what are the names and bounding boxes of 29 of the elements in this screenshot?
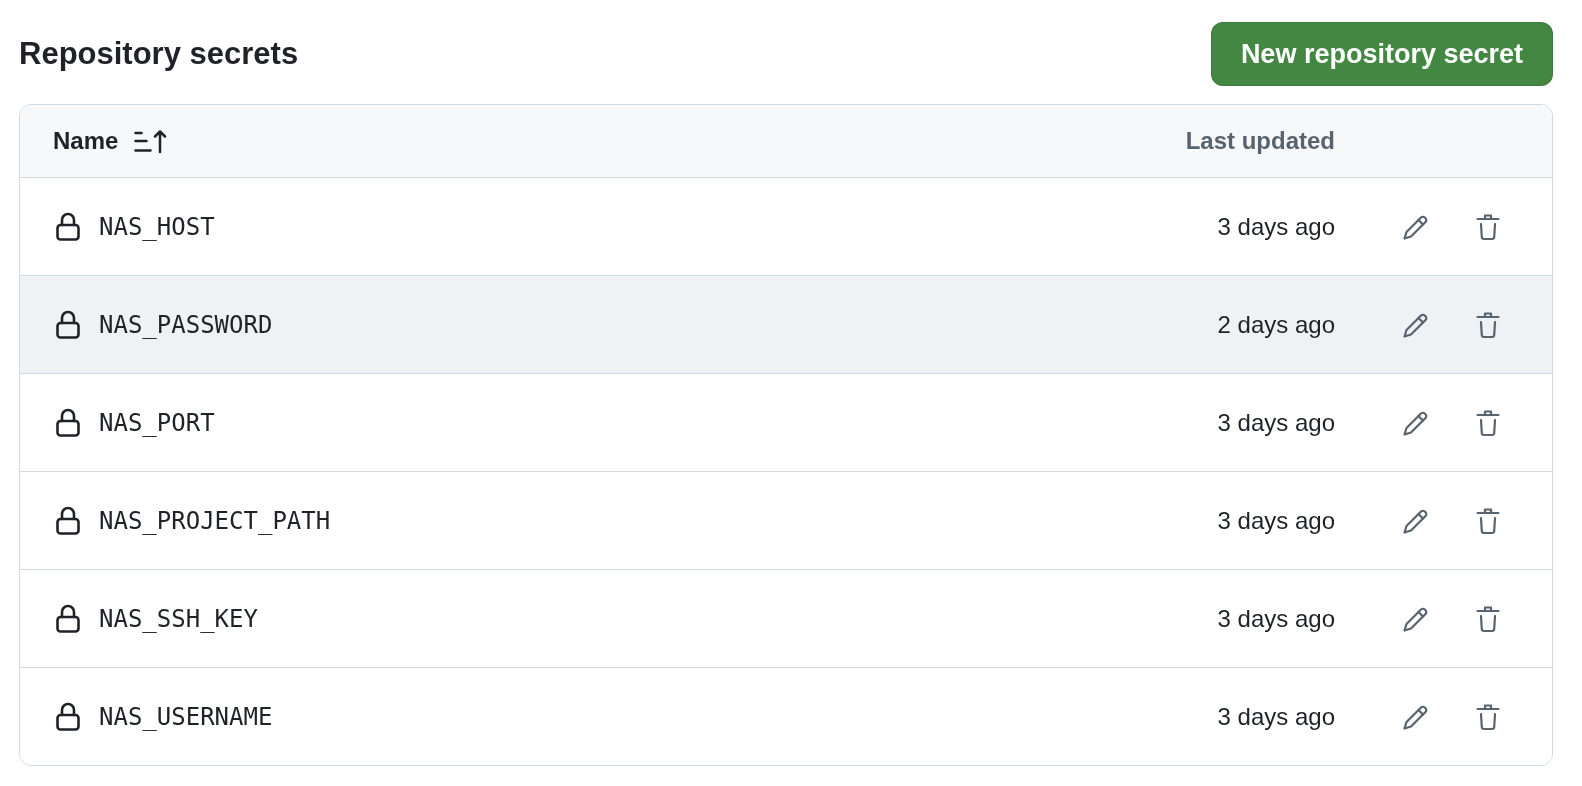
trash-icon: [1476, 310, 1500, 339]
sort-ascending-icon: [134, 129, 168, 153]
secret-name: NAS_PROJECT_PATH: [99, 506, 331, 535]
updated-time: 3 days ago: [1217, 408, 1335, 437]
secret-name: NAS_SSH_KEY: [99, 604, 258, 633]
secret-name: NAS_PORT: [99, 408, 215, 437]
lock-icon: [56, 702, 80, 731]
lock-icon: [56, 506, 80, 535]
secret-name: NAS_USERNAME: [99, 702, 273, 731]
trash-icon: [1476, 506, 1500, 535]
updated-time: 3 days ago: [1217, 506, 1335, 535]
lock-icon: [56, 408, 80, 437]
trash-icon: [1476, 702, 1500, 731]
secret-name: NAS_HOST: [99, 212, 215, 241]
trash-icon: [1476, 408, 1500, 437]
updated-time: 2 days ago: [1217, 310, 1335, 339]
secret-name: NAS_PASSWORD: [99, 310, 273, 339]
lock-icon: [56, 212, 80, 241]
updated-time: 3 days ago: [1217, 702, 1335, 731]
updated-time: 3 days ago: [1217, 212, 1335, 241]
column-header: Last updated: [1185, 127, 1335, 155]
section-title: Repository secrets: [19, 35, 299, 73]
column-header[interactable]: Name: [53, 127, 168, 155]
trash-icon: [1476, 212, 1500, 241]
new-secret-button[interactable]: New repository secret: [1210, 22, 1553, 86]
lock-icon: [56, 310, 80, 339]
updated-time: 3 days ago: [1217, 604, 1335, 633]
lock-icon: [56, 604, 80, 633]
trash-icon: [1476, 604, 1500, 633]
